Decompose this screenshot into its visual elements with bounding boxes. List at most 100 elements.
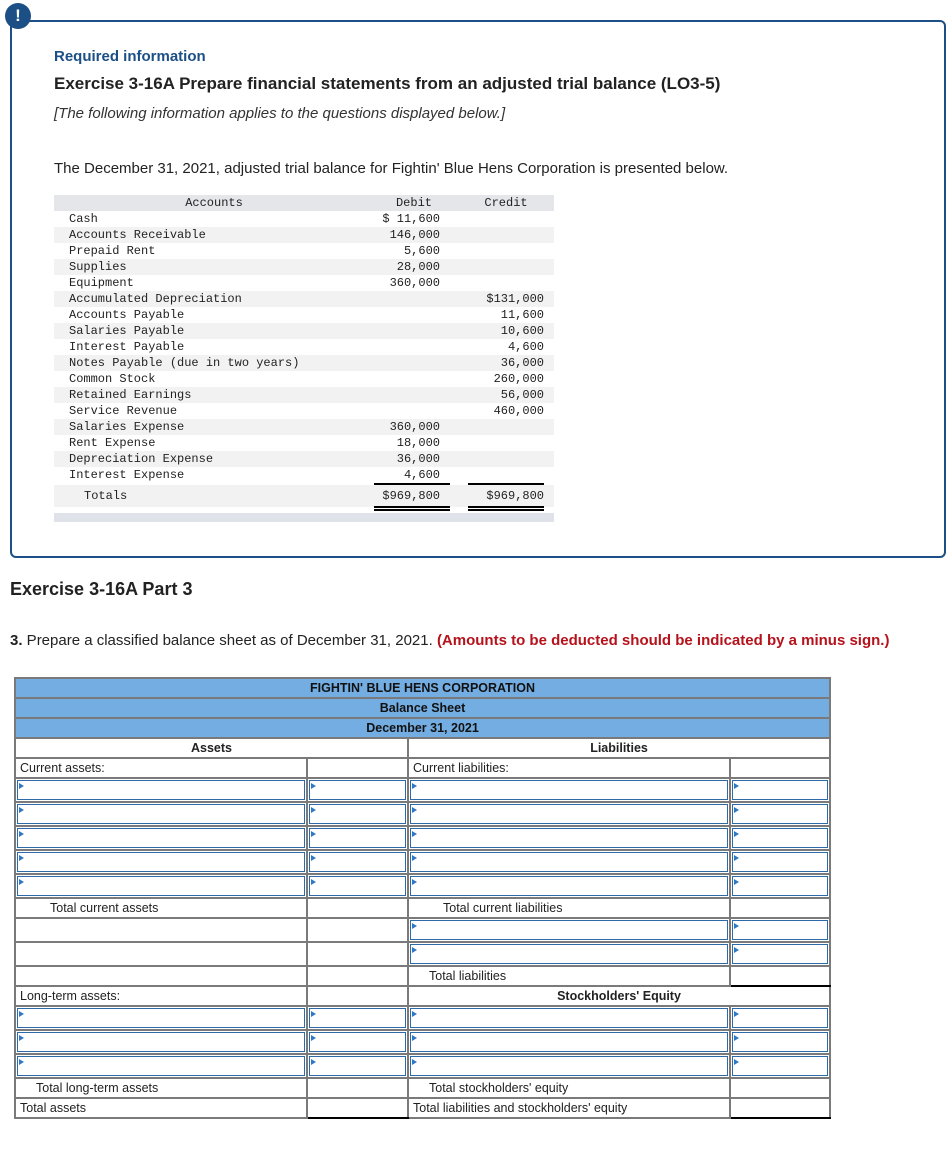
trial-balance-row: Prepaid Rent 5,600 [54,243,554,259]
current-asset-account-input[interactable] [14,801,308,827]
current-liability-amount-input[interactable] [728,825,832,851]
equity-amount-input[interactable] [728,1005,832,1031]
long-term-assets-label: Long-term assets: [14,985,308,1007]
current-liability-account-input[interactable] [407,801,731,827]
dropdown-arrow-icon[interactable] [309,1056,406,1076]
total-long-term-assets-amount [306,1077,409,1099]
dropdown-arrow-icon[interactable] [732,1032,829,1052]
account-name: Cash [69,212,98,226]
dropdown-arrow-icon[interactable] [17,1056,305,1076]
long-term-asset-amount-input[interactable] [306,1029,409,1055]
current-liability-account-input[interactable] [407,849,731,875]
debit-amount: 4,600 [403,468,440,482]
dropdown-arrow-icon[interactable] [410,1008,728,1028]
dropdown-arrow-icon[interactable] [732,804,829,824]
liability-amount-input[interactable] [728,941,832,967]
equity-account-input[interactable] [407,1053,731,1079]
current-liability-amount-input[interactable] [728,777,832,803]
total-equity-label: Total stockholders' equity [407,1077,731,1099]
empty-cell [306,985,409,1007]
dropdown-arrow-icon[interactable] [309,1032,406,1052]
equity-amount-input[interactable] [728,1029,832,1055]
totals-credit: $969,800 [486,489,544,503]
total-current-liabilities-amount [728,897,832,919]
dropdown-arrow-icon[interactable] [410,920,728,940]
dropdown-arrow-icon[interactable] [17,876,305,896]
equity-account-input[interactable] [407,1029,731,1055]
trial-balance-table: Accounts Debit Credit Cash $ 11,600 Accoun… [54,195,554,522]
dropdown-arrow-icon[interactable] [732,1056,829,1076]
total-liabilities-label: Total liabilities [407,965,731,987]
long-term-asset-account-input[interactable] [14,1005,308,1031]
dropdown-arrow-icon[interactable] [732,1008,829,1028]
dropdown-arrow-icon[interactable] [410,828,728,848]
debit-amount: 360,000 [389,420,440,434]
dropdown-arrow-icon[interactable] [732,852,829,872]
dropdown-arrow-icon[interactable] [17,1008,305,1028]
dropdown-arrow-icon[interactable] [410,1032,728,1052]
trial-balance-row: Supplies 28,000 [54,259,554,275]
dropdown-arrow-icon[interactable] [309,876,406,896]
credit-amount: 460,000 [493,404,544,418]
current-asset-account-input[interactable] [14,873,308,899]
liability-amount-input[interactable] [728,917,832,943]
long-term-asset-account-input[interactable] [14,1053,308,1079]
dropdown-arrow-icon[interactable] [732,828,829,848]
credit-amount: $131,000 [486,292,544,306]
liability-account-input[interactable] [407,941,731,967]
long-term-asset-amount-input[interactable] [306,1053,409,1079]
dropdown-arrow-icon[interactable] [17,804,305,824]
current-liability-amount-input[interactable] [728,873,832,899]
dropdown-arrow-icon[interactable] [410,804,728,824]
dropdown-arrow-icon[interactable] [309,852,406,872]
dropdown-arrow-icon[interactable] [410,1056,728,1076]
current-asset-amount-input[interactable] [306,873,409,899]
part-title: Exercise 3-16A Part 3 [10,579,193,599]
dropdown-arrow-icon[interactable] [309,804,406,824]
current-liability-amount-input[interactable] [728,849,832,875]
dropdown-arrow-icon[interactable] [17,780,305,800]
empty-cell [306,965,409,987]
dropdown-arrow-icon[interactable] [410,780,728,800]
dropdown-arrow-icon[interactable] [309,780,406,800]
liability-account-input[interactable] [407,917,731,943]
current-asset-account-input[interactable] [14,825,308,851]
debit-header: Debit [395,196,432,210]
account-name: Interest Payable [69,340,185,354]
empty-cell [14,917,308,943]
current-liability-account-input[interactable] [407,825,731,851]
total-equity-amount [728,1077,832,1099]
dropdown-arrow-icon[interactable] [17,828,305,848]
long-term-asset-amount-input[interactable] [306,1005,409,1031]
current-asset-amount-input[interactable] [306,825,409,851]
current-liability-account-input[interactable] [407,873,731,899]
dropdown-arrow-icon[interactable] [732,876,829,896]
current-liability-amount-input[interactable] [728,801,832,827]
current-asset-account-input[interactable] [14,849,308,875]
stockholders-equity-header: Stockholders' Equity [406,985,832,1007]
instruction: 3. Prepare a classified balance sheet as… [10,632,889,649]
current-asset-account-input[interactable] [14,777,308,803]
dropdown-arrow-icon[interactable] [410,944,728,964]
dropdown-arrow-icon[interactable] [410,876,728,896]
dropdown-arrow-icon[interactable] [17,852,305,872]
dropdown-arrow-icon[interactable] [309,1008,406,1028]
dropdown-arrow-icon[interactable] [732,780,829,800]
long-term-asset-account-input[interactable] [14,1029,308,1055]
current-asset-amount-input[interactable] [306,849,409,875]
dropdown-arrow-icon[interactable] [309,828,406,848]
current-asset-amount-input[interactable] [306,777,409,803]
current-liability-account-input[interactable] [407,777,731,803]
account-name: Accounts Receivable [69,228,206,242]
question-number: 3. [10,632,23,649]
dropdown-arrow-icon[interactable] [17,1032,305,1052]
equity-account-input[interactable] [407,1005,731,1031]
dropdown-arrow-icon[interactable] [732,944,829,964]
dropdown-arrow-icon[interactable] [732,920,829,940]
current-asset-amount-input[interactable] [306,801,409,827]
equity-amount-input[interactable] [728,1053,832,1079]
account-name: Equipment [69,276,134,290]
account-name: Notes Payable (due in two years) [69,356,300,370]
dropdown-arrow-icon[interactable] [410,852,728,872]
empty-cell [306,941,409,967]
